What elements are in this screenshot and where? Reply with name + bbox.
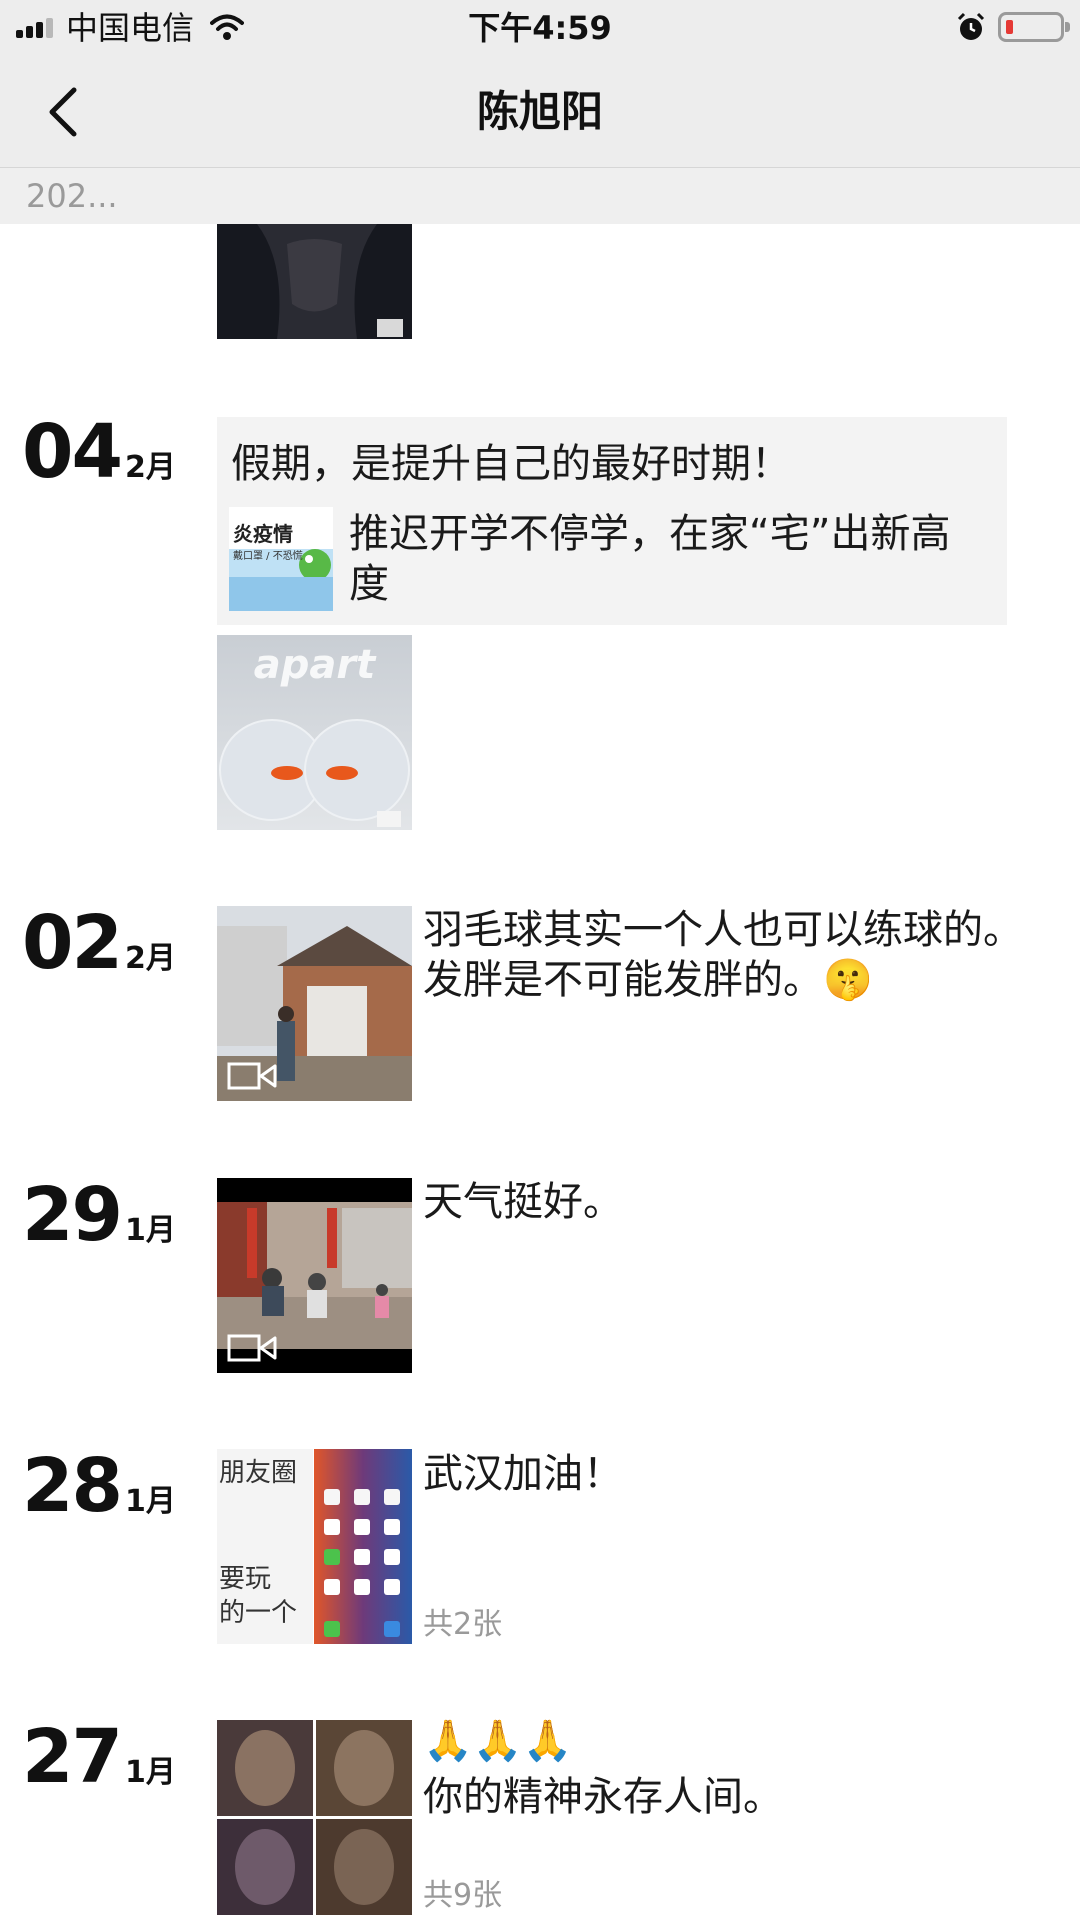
post-text: 天气挺好。 — [423, 1179, 623, 1225]
battery-icon — [998, 12, 1070, 42]
post-image-grid[interactable] — [217, 1720, 412, 1915]
year-header: 202... — [0, 168, 1080, 224]
post-video-thumbnail[interactable] — [217, 1178, 412, 1373]
post-day: 28 — [22, 1443, 123, 1529]
image-caption-text: 的一个 — [219, 1598, 298, 1628]
nav-bar: 陈旭阳 — [0, 56, 1080, 168]
image-caption-text: 朋友圈 — [219, 1458, 298, 1488]
post-image[interactable] — [217, 224, 412, 339]
page-title: 陈旭阳 — [476, 87, 603, 136]
post-text: 你的精神永存人间。 — [423, 1774, 783, 1820]
post-date: 02 2月 — [22, 903, 176, 983]
image-caption-text: 要玩 — [219, 1564, 272, 1594]
thumb-subtext: 戴口罩 / 不恐慌 — [233, 551, 303, 562]
post-month: 1月 — [124, 1484, 176, 1519]
status-bar: 中国电信 下午4:59 — [0, 0, 1080, 56]
image-overlay-text: apart — [253, 642, 376, 688]
article-thumbnail: 炎疫情 戴口罩 / 不恐慌 — [229, 507, 333, 611]
post-image-phone — [314, 1449, 412, 1644]
alarm-icon — [957, 12, 985, 40]
post-emoji-line: 🙏🙏🙏 — [423, 1718, 573, 1764]
post-month: 1月 — [124, 1755, 176, 1790]
post-date: 28 1月 — [22, 1446, 176, 1526]
shared-article-card[interactable]: 假期，是提升自己的最好时期！ 炎疫情 戴口罩 / 不恐慌 推迟开学不停学，在家“… — [217, 417, 1007, 625]
post-month: 2月 — [124, 941, 176, 976]
post-day: 29 — [22, 1172, 123, 1258]
thumb-text: 炎疫情 — [233, 522, 293, 546]
post-image[interactable]: apart — [217, 635, 412, 830]
year-label: 202... — [26, 177, 118, 215]
clock-time: 下午4:59 — [468, 9, 612, 47]
post-date: 04 2月 — [22, 412, 176, 492]
image-count: 共9张 — [423, 1878, 503, 1913]
post-text: 羽毛球其实一个人也可以练球的。发胖是不可能发胖的。🤫 — [423, 907, 1023, 1003]
post-month: 2月 — [124, 450, 176, 485]
share-title: 假期，是提升自己的最好时期！ — [231, 441, 791, 487]
post-image-pair[interactable]: 朋友圈 要玩 的一个 — [217, 1449, 412, 1644]
video-icon — [227, 1062, 277, 1090]
image-count: 共2张 — [423, 1607, 503, 1642]
post-day: 27 — [22, 1714, 123, 1800]
post-text: 武汉加油！ — [423, 1451, 623, 1497]
post-video-thumbnail[interactable] — [217, 906, 412, 1101]
post-day: 04 — [22, 409, 123, 495]
post-date: 27 1月 — [22, 1717, 176, 1797]
post-image-screenshot: 朋友圈 要玩 的一个 — [217, 1449, 313, 1644]
post-month: 1月 — [124, 1213, 176, 1248]
post-date: 29 1月 — [22, 1175, 176, 1255]
post-day: 02 — [22, 900, 123, 986]
video-icon — [227, 1334, 277, 1362]
share-description: 推迟开学不停学，在家“宅”出新高度 — [349, 511, 951, 607]
